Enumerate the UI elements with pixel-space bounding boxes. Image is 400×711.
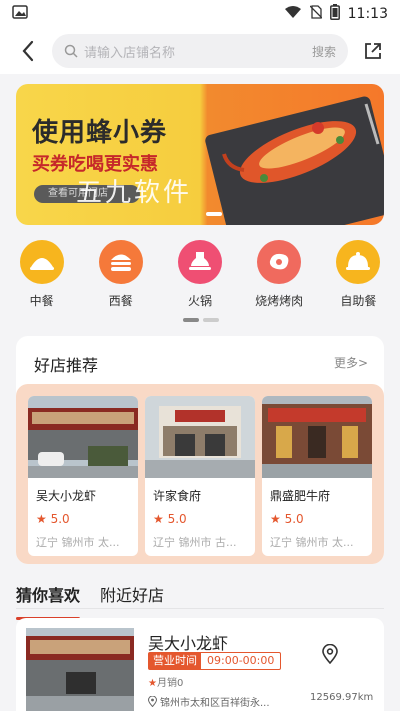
top-bar: 请输入店铺名称 搜索: [0, 28, 400, 74]
dumpling-icon: [19, 240, 64, 284]
category-buffet[interactable]: 自助餐: [328, 240, 388, 310]
category-western[interactable]: 西餐: [91, 240, 151, 310]
search-icon: [64, 44, 78, 58]
shop-card[interactable]: 吴大小龙虾 ★ 5.0 辽宁 锦州市 太...: [28, 396, 138, 556]
shop-distance: 12569.97km: [310, 692, 374, 703]
shop-rating: ★ 5.0: [153, 512, 187, 526]
location-pin-icon: [148, 696, 157, 707]
share-icon: [365, 43, 381, 59]
hours-value: 09:00-00:00: [207, 654, 275, 667]
burger-icon: [98, 240, 143, 284]
shop-name: 许家食府: [153, 489, 202, 503]
tab-divider: [16, 608, 384, 609]
hotpot-icon: [177, 240, 222, 284]
shop-card[interactable]: 鼎盛肥牛府 ★ 5.0 辽宁 锦州市 太...: [262, 396, 372, 556]
category-label: 烧烤烤肉: [255, 294, 304, 308]
buffet-icon: [336, 240, 381, 284]
shop-photo: [28, 396, 138, 478]
search-input[interactable]: 请输入店铺名称 搜索: [52, 34, 348, 68]
category-row: 中餐 西餐 火锅 烧烤烤肉 自助餐: [0, 240, 400, 310]
recommend-section: 好店推荐 更多> 吴大小龙虾 ★ 5.0 辽宁 锦州市 太... 许家食府 ★ …: [16, 336, 384, 564]
chevron-left-icon: [22, 40, 34, 62]
shop-address: 辽宁 锦州市 古...: [153, 536, 237, 549]
image-icon: [12, 5, 28, 23]
category-label: 西餐: [108, 294, 133, 308]
share-button[interactable]: [358, 36, 388, 66]
shop-card[interactable]: 许家食府 ★ 5.0 辽宁 锦州市 古...: [145, 396, 255, 556]
feed-shop-item[interactable]: 吴大小龙虾 营业时间 09:00-00:00 ★月销0 锦州市太和区百祥街永..…: [16, 618, 384, 711]
shop-rating: ★ 5.0: [270, 512, 304, 526]
star-icon: ★: [148, 678, 157, 689]
shop-rating: ★ 5.0: [36, 512, 70, 526]
more-link[interactable]: 更多>: [334, 354, 368, 371]
banner-indicator: [206, 212, 222, 216]
shop-address: 辽宁 锦州市 太...: [270, 536, 354, 549]
category-chinese[interactable]: 中餐: [12, 240, 72, 310]
hours-label: 营业时间: [149, 653, 201, 669]
monthly-sales: ★月销0: [148, 678, 184, 689]
section-title: 好店推荐: [34, 356, 99, 375]
shop-photo: [26, 628, 134, 711]
category-hotpot[interactable]: 火锅: [170, 240, 230, 310]
clock-time: 11:13: [347, 6, 388, 22]
shop-name: 吴大小龙虾: [36, 489, 97, 503]
banner-title: 使用蜂小券: [32, 118, 168, 148]
shop-photo: [145, 396, 255, 478]
search-placeholder: 请输入店铺名称: [84, 45, 176, 61]
category-label: 火锅: [187, 294, 212, 308]
status-bar: 11:13: [0, 0, 400, 28]
shop-address: 辽宁 锦州市 太...: [36, 536, 120, 549]
watermark: 五九软件: [76, 178, 193, 208]
shop-address: 锦州市太和区百祥街永...: [148, 694, 270, 709]
category-label: 自助餐: [340, 294, 377, 308]
search-button[interactable]: 搜索: [312, 43, 336, 60]
wifi-icon: [284, 5, 302, 23]
back-button[interactable]: [8, 31, 48, 71]
promo-banner[interactable]: 使用蜂小券 买券吃喝更实惠 查看可用门店 五九软件: [16, 84, 384, 225]
category-bbq[interactable]: 烧烤烤肉: [249, 240, 309, 310]
steak-icon: [257, 240, 302, 284]
battery-icon: [329, 4, 340, 24]
shop-photo: [262, 396, 372, 478]
location-icon: [322, 644, 338, 664]
shop-name: 吴大小龙虾: [148, 634, 229, 653]
shop-name: 鼎盛肥牛府: [270, 489, 331, 503]
category-label: 中餐: [29, 294, 54, 308]
no-sim-icon: [309, 5, 323, 23]
business-hours-badge: 营业时间 09:00-00:00: [148, 652, 282, 670]
category-pager: [183, 318, 219, 322]
